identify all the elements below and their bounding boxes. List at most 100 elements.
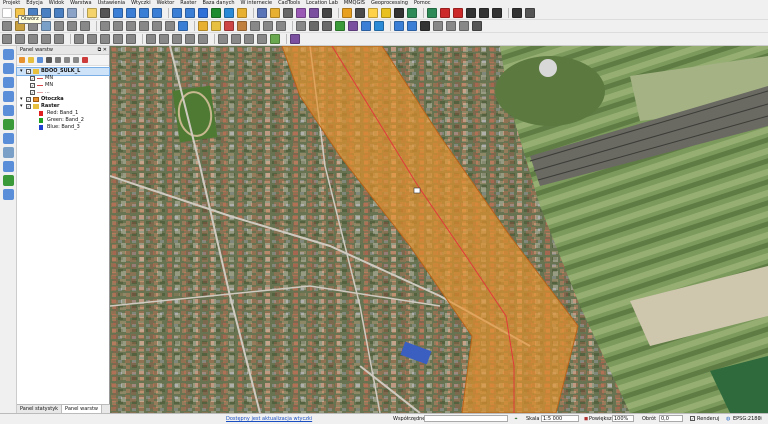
row1_colors-tool-icon[interactable] [139, 8, 149, 18]
layer-tree-item[interactable]: Blue: Band_3 [17, 124, 109, 131]
layer-tree-item[interactable]: Red: Band_1 [17, 110, 109, 117]
row1_colors-tool-icon[interactable] [525, 8, 535, 18]
row1_colors-tool-icon[interactable] [342, 8, 352, 18]
expand-all-icon[interactable] [64, 57, 70, 63]
expand-arrow-icon[interactable]: ▾ [20, 103, 23, 110]
row2_colors-tool-icon[interactable] [348, 21, 358, 31]
row1_colors-tool-icon[interactable] [479, 8, 489, 18]
row2_colors-tool-icon[interactable] [472, 21, 482, 31]
row1_colors-tool-icon[interactable] [283, 8, 293, 18]
row1_colors-tool-icon[interactable] [309, 8, 319, 18]
row3_colors-tool-icon[interactable] [41, 34, 51, 44]
menu-12[interactable]: MMQGIS [341, 0, 368, 7]
row2_colors-tool-icon[interactable] [224, 21, 234, 31]
row2_colors-tool-icon[interactable] [420, 21, 430, 31]
row2_colors-tool-icon[interactable] [407, 21, 417, 31]
row1_colors-tool-icon[interactable] [394, 8, 404, 18]
menu-9[interactable]: W internecie [238, 0, 276, 7]
layer-visibility-checkbox[interactable]: ✓ [26, 104, 31, 109]
row3_colors-tool-icon[interactable] [74, 34, 84, 44]
menu-0[interactable]: Projekt [0, 0, 23, 7]
menu-8[interactable]: Baza danych [199, 0, 237, 7]
row1_colors-tool-icon[interactable] [407, 8, 417, 18]
row2_colors-tool-icon[interactable] [100, 21, 110, 31]
row1_colors-tool-icon[interactable] [466, 8, 476, 18]
row2_colors-tool-icon[interactable] [67, 21, 77, 31]
row3_colors-tool-icon[interactable] [126, 34, 136, 44]
row1_colors-tool-icon[interactable] [296, 8, 306, 18]
row1_colors-tool-icon[interactable] [211, 8, 221, 18]
row3_colors-tool-icon[interactable] [290, 34, 300, 44]
row2_colors-tool-icon[interactable] [296, 21, 306, 31]
menu-1[interactable]: Edycja [23, 0, 46, 7]
row1_colors-tool-icon[interactable] [113, 8, 123, 18]
layer-visibility-checkbox[interactable]: ✓ [30, 76, 35, 81]
row2_colors-tool-icon[interactable] [276, 21, 286, 31]
expand-arrow-icon[interactable]: ▾ [20, 68, 23, 75]
add-layer-icon[interactable] [3, 189, 14, 200]
row1_colors-tool-icon[interactable] [172, 8, 182, 18]
close-panel-button[interactable]: ✕ [103, 47, 107, 53]
row3_colors-tool-icon[interactable] [15, 34, 25, 44]
row3_colors-tool-icon[interactable] [28, 34, 38, 44]
add-layer-icon[interactable] [3, 91, 14, 102]
menu-14[interactable]: Pomoc [411, 0, 434, 7]
add-layer-icon[interactable] [3, 147, 14, 158]
menu-4[interactable]: Ustawienia [95, 0, 128, 7]
layer-tree-item[interactable]: ✓ MN [17, 75, 109, 82]
layer-tree-item[interactable]: ▾ ✓ Otoczka [17, 96, 109, 103]
row3_colors-tool-icon[interactable] [244, 34, 254, 44]
filter-legend-icon[interactable] [46, 57, 52, 63]
row2_colors-tool-icon[interactable] [446, 21, 456, 31]
layer-visibility-checkbox[interactable]: ✓ [26, 97, 31, 102]
row2_colors-tool-icon[interactable] [2, 21, 12, 31]
row2_colors-tool-icon[interactable] [459, 21, 469, 31]
add-layer-icon[interactable] [3, 133, 14, 144]
row3_colors-tool-icon[interactable] [2, 34, 12, 44]
add-layer-icon[interactable] [3, 49, 14, 60]
float-panel-button[interactable]: ⧉ [98, 47, 102, 53]
row2_colors-tool-icon[interactable] [152, 21, 162, 31]
row2_colors-tool-icon[interactable] [113, 21, 123, 31]
row1_colors-tool-icon[interactable] [126, 8, 136, 18]
row1_colors-tool-icon[interactable] [2, 8, 12, 18]
menu-6[interactable]: Wektor [154, 0, 178, 7]
add-group-icon[interactable] [28, 57, 34, 63]
collapse-all-icon[interactable] [73, 57, 79, 63]
row2_colors-tool-icon[interactable] [374, 21, 384, 31]
row3_colors-tool-icon[interactable] [231, 34, 241, 44]
coordinate-field[interactable] [424, 415, 508, 422]
filter-by-expression-icon[interactable] [55, 57, 61, 63]
row1_colors-tool-icon[interactable] [185, 8, 195, 18]
open-layer-styling-icon[interactable] [19, 57, 25, 63]
row2_colors-tool-icon[interactable] [139, 21, 149, 31]
row1_colors-tool-icon[interactable] [237, 8, 247, 18]
add-layer-icon[interactable] [3, 161, 14, 172]
row1_colors-tool-icon[interactable] [322, 8, 332, 18]
row1_colors-tool-icon[interactable] [512, 8, 522, 18]
scale-field[interactable]: 1:5 000 [541, 415, 579, 422]
row1_colors-tool-icon[interactable] [355, 8, 365, 18]
row2_colors-tool-icon[interactable] [211, 21, 221, 31]
rotation-field[interactable]: 0,0 [659, 415, 683, 422]
row1_colors-tool-icon[interactable] [440, 8, 450, 18]
row3_colors-tool-icon[interactable] [54, 34, 64, 44]
row2_colors-tool-icon[interactable] [250, 21, 260, 31]
row3_colors-tool-icon[interactable] [270, 34, 280, 44]
row1_colors-tool-icon[interactable] [368, 8, 378, 18]
layer-tree-item[interactable]: Green: Band_2 [17, 117, 109, 124]
expand-arrow-icon[interactable]: ▾ [20, 96, 23, 103]
row3_colors-tool-icon[interactable] [146, 34, 156, 44]
row2_colors-tool-icon[interactable] [433, 21, 443, 31]
row2_colors-tool-icon[interactable] [263, 21, 273, 31]
row3_colors-tool-icon[interactable] [198, 34, 208, 44]
remove-layer-icon[interactable] [82, 57, 88, 63]
row2_colors-tool-icon[interactable] [394, 21, 404, 31]
add-layer-icon[interactable] [3, 63, 14, 74]
row1_colors-tool-icon[interactable] [270, 8, 280, 18]
row2_colors-tool-icon[interactable] [80, 21, 90, 31]
add-layer-icon[interactable] [3, 175, 14, 186]
row3_colors-tool-icon[interactable] [159, 34, 169, 44]
menu-11[interactable]: Location Lab [303, 0, 341, 7]
row1_colors-tool-icon[interactable] [453, 8, 463, 18]
